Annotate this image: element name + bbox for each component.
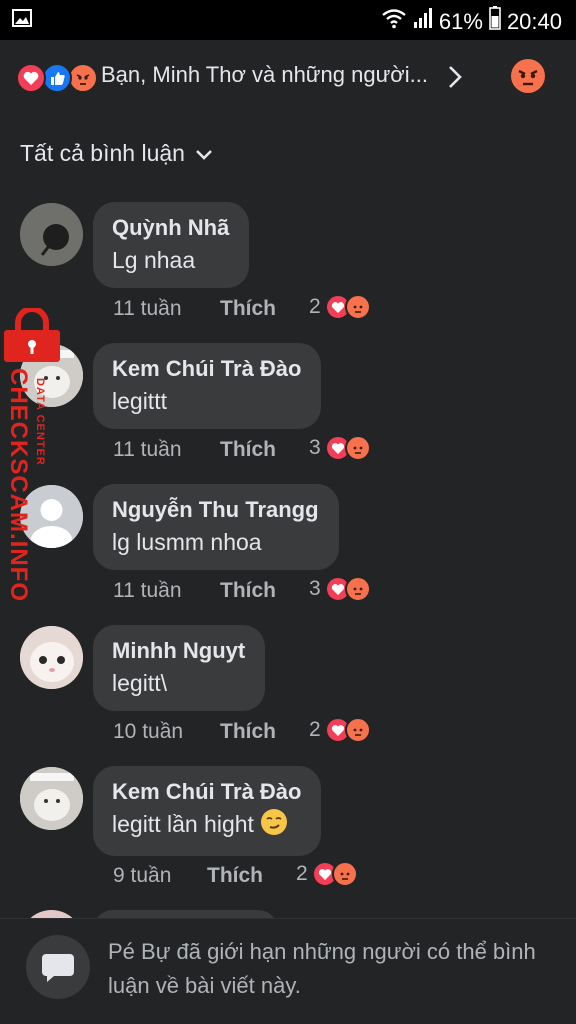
avatar[interactable]: [20, 203, 83, 266]
angry-reaction-icon: [344, 717, 371, 743]
comment-text: lg lusmm nhoa: [112, 529, 262, 555]
comment-text: legittt: [112, 388, 167, 414]
comment-reactions[interactable]: 3: [309, 435, 371, 461]
comment-bubble[interactable]: Kem Chúi Trà Đào legittt: [93, 343, 322, 429]
gallery-icon: [12, 9, 32, 32]
comment-time: 9 tuần: [113, 864, 172, 887]
comment-author[interactable]: Nguyễn Thu Trangg: [112, 496, 319, 524]
comment-author[interactable]: Minhh Nguyt: [112, 637, 245, 665]
comment-item: Quỳnh Nhã Lg nhaa 11 tuần Thích 2: [0, 200, 576, 330]
comment-bubble[interactable]: Quỳnh Nhã Lg nhaa: [93, 202, 250, 288]
comment-time: 11 tuần: [113, 438, 182, 461]
comment-filter-dropdown[interactable]: Tất cả bình luận: [20, 140, 213, 167]
comment-text: legitt lần hight: [112, 811, 254, 838]
comment-bubble[interactable]: Minhh Nguyt legitt\: [93, 625, 266, 711]
comment-reactions[interactable]: 3: [309, 576, 371, 602]
reaction-count: 2: [296, 862, 308, 885]
battery-percent: 61%: [438, 8, 483, 34]
lock-icon: [2, 306, 62, 369]
angry-reaction-icon: [68, 63, 98, 93]
reaction-count: 2: [309, 295, 321, 318]
comment-time: 11 tuần: [113, 579, 182, 602]
reaction-count: 2: [309, 718, 321, 741]
avatar[interactable]: [20, 767, 83, 830]
comment-bubble[interactable]: Nguyễn Thu Trangg lg lusmm nhoa: [93, 484, 339, 570]
comment-item: Nguyễn Thu Trangg lg lusmm nhoa 11 tuần …: [0, 482, 576, 612]
comment-author[interactable]: Kem Chúi Trà Đào: [112, 778, 301, 806]
comment-item: Kem Chúi Trà Đào legittt 11 tuần Thích 3: [0, 341, 576, 471]
comment-bubble[interactable]: Kem Chúi Trà Đào legitt lần hight: [93, 766, 322, 856]
reaction-icons: [16, 63, 100, 93]
angry-reaction-icon: [344, 576, 371, 602]
like-button[interactable]: Thích: [220, 720, 276, 744]
like-reaction-icon: [42, 63, 72, 93]
like-button[interactable]: Thích: [220, 579, 276, 603]
angry-reaction-icon: [331, 861, 358, 887]
comment-text-line: legitt lần hight: [112, 808, 301, 844]
angry-reaction-button-icon[interactable]: [510, 58, 546, 99]
avatar[interactable]: [20, 626, 83, 689]
comment-author[interactable]: Quỳnh Nhã: [112, 214, 229, 242]
like-button[interactable]: Thích: [207, 864, 263, 888]
restriction-notice: Pé Bự đã giới hạn những người có thể bìn…: [108, 939, 536, 998]
comment-item: Kem Chúi Trà Đào legitt lần hight 9 tuần…: [0, 764, 576, 904]
comment-restriction-bar: Pé Bự đã giới hạn những người có thể bìn…: [0, 918, 576, 1024]
like-button[interactable]: Thích: [220, 438, 276, 462]
reactions-summary[interactable]: Bạn, Minh Thơ và những người...: [0, 48, 576, 108]
chevron-right-icon: [446, 64, 464, 95]
reactions-summary-text: Bạn, Minh Thơ và những người...: [101, 62, 428, 87]
comment-text: legitt\: [112, 670, 167, 696]
watermark-main-text: CHECKSCAM.INFO: [5, 368, 32, 602]
comment-icon: [26, 935, 90, 999]
chevron-down-icon: [195, 140, 213, 167]
comment-text: Lg nhaa: [112, 247, 196, 273]
comment-filter-label: Tất cả bình luận: [20, 140, 185, 166]
comment-time: 10 tuần: [113, 720, 184, 743]
angry-reaction-icon: [344, 294, 371, 320]
comment-reactions[interactable]: 2: [309, 717, 371, 743]
status-bar: 61% 20:40: [0, 0, 576, 40]
wifi-icon: [381, 7, 407, 36]
comment-reactions[interactable]: 2: [309, 294, 371, 320]
signal-icon: [413, 7, 433, 36]
clock: 20:40: [506, 8, 562, 34]
comment-time: 11 tuần: [113, 297, 182, 320]
reaction-count: 3: [309, 577, 321, 600]
watermark-sub-text: DATA CENTER: [34, 378, 46, 466]
comment-author[interactable]: Kem Chúi Trà Đào: [112, 355, 301, 383]
like-button[interactable]: Thích: [220, 297, 276, 321]
battery-icon: [489, 6, 501, 37]
comment-item: Minhh Nguyt legitt\ 10 tuần Thích 2: [0, 623, 576, 753]
angry-reaction-icon: [344, 435, 371, 461]
smirk-emoji-icon: [260, 808, 288, 844]
watermark: CHECKSCAM.INFO DATA CENTER: [0, 306, 64, 602]
comment-reactions[interactable]: 2: [296, 861, 358, 887]
reaction-count: 3: [309, 436, 321, 459]
love-reaction-icon: [16, 63, 46, 93]
